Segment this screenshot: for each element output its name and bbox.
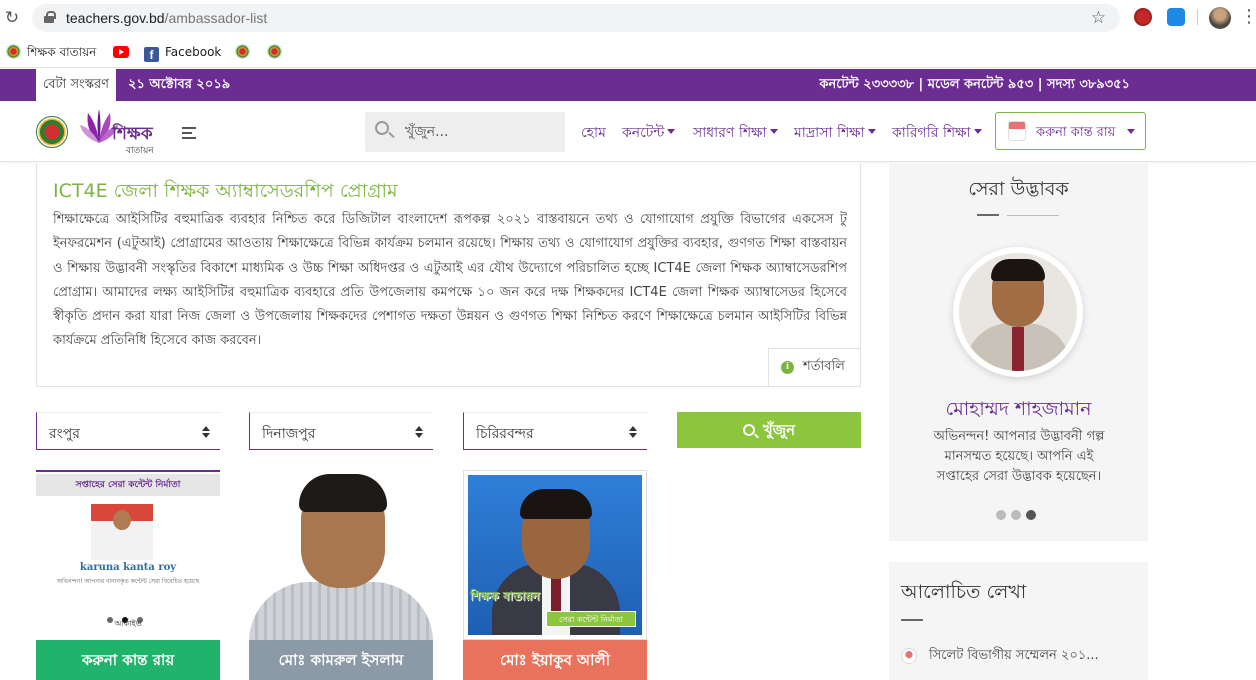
site-logo-subtext: বাতায়ন [126, 146, 154, 156]
user-avatar [1008, 121, 1026, 141]
divider [1007, 215, 1059, 216]
nav-home[interactable]: হোম [581, 121, 606, 145]
divider [1197, 9, 1198, 25]
ambassador-photo[interactable]: সপ্তাহের সেরা কন্টেন্ট নির্মাতা karuna k… [36, 470, 220, 640]
chevron-down-icon [973, 129, 982, 134]
nav-content[interactable]: কনটেন্ট [622, 121, 676, 145]
innovator-photo[interactable] [953, 247, 1083, 377]
banner-title: সপ্তাহের সেরা কন্টেন্ট নির্মাতা [36, 474, 220, 496]
extension-icon[interactable] [1167, 8, 1185, 26]
bookmark-gov-2[interactable] [267, 42, 288, 62]
division-select[interactable]: রংপুর [36, 412, 220, 450]
user-menu-button[interactable]: করুনা কান্ত রায় [995, 112, 1146, 150]
ambassador-name[interactable]: করুনা কান্ত রায় [36, 640, 220, 680]
bookmark-star-icon[interactable]: ☆ [1091, 8, 1106, 28]
gov-seal-icon [267, 44, 282, 59]
site-search [365, 112, 565, 152]
banner-footer: আর্কাইভ [114, 619, 142, 628]
select-arrows-icon [629, 426, 637, 438]
best-innovator-widget: সেরা উদ্ভাবক মোহাম্মদ শাহজামান অভিনন্দন!… [889, 163, 1148, 541]
lock-icon [44, 11, 56, 23]
nav-general-education[interactable]: সাধারণ শিক্ষা [693, 121, 778, 145]
site-header: শিক্ষক বাতায়ন হোম কনটেন্ট সাধারণ শিক্ষা… [0, 101, 1256, 162]
nav-madrasa-education[interactable]: মাদ্রাসা শিক্ষা [794, 121, 876, 145]
page-title: ICT4E জেলা শিক্ষক অ্যাম্বাসেডরশিপ প্রোগ্… [53, 180, 398, 202]
terms-link[interactable]: i শর্তাবলি [768, 348, 860, 386]
chevron-down-icon [1127, 129, 1135, 134]
widget-title: সেরা উদ্ভাবক [968, 178, 1069, 200]
chevron-down-icon [769, 129, 778, 134]
beta-badge[interactable]: বেটা সংস্করণ [36, 69, 116, 101]
ambassador-name[interactable]: মোঃ ইয়াকুব আলী [463, 640, 647, 680]
divider [901, 619, 923, 621]
current-date: ২১ অক্টোবর ২০১৯ [128, 77, 231, 92]
url-text[interactable]: teachers.gov.bd/ambassador-list [66, 10, 267, 26]
info-icon: i [781, 361, 794, 374]
browser-menu-icon[interactable]: ⋮ [1240, 8, 1256, 26]
select-arrows-icon [415, 426, 423, 438]
user-name: করুনা কান্ত রায় [1036, 125, 1116, 140]
profile-avatar-icon[interactable] [1209, 7, 1231, 29]
program-description: শিক্ষাক্ষেত্রে আইসিটির বহুমাত্রিক ব্যবহা… [53, 212, 847, 349]
banner-text: অভিনন্দন! আপনার বানানকৃত কন্টেন্ট সেরা ব… [56, 578, 200, 585]
ambassador-photo[interactable] [249, 470, 433, 640]
search-input[interactable] [405, 122, 555, 142]
carousel-dot[interactable] [996, 510, 1006, 520]
ambassador-card[interactable]: শিক্ষক বাতায়ন সেরা কন্টেন্ট নির্মাতা মো… [463, 470, 647, 680]
extension-icon[interactable] [1134, 8, 1152, 26]
site-stats: কনটেন্ট ২৩৩৩৩৮ | মডেল কনটেন্ট ৯৫৩ | সদস্… [819, 77, 1130, 92]
carousel-dot-active[interactable] [1026, 510, 1036, 520]
program-intro-card: ICT4E জেলা শিক্ষক অ্যাম্বাসেডরশিপ প্রোগ্… [36, 163, 861, 387]
divider [977, 214, 999, 216]
ambassador-card[interactable]: মোঃ কামরুল ইসলাম [249, 470, 433, 680]
hamburger-menu-icon[interactable] [182, 127, 196, 139]
gov-seal-icon [6, 44, 21, 59]
banner-name: karuna kanta roy [79, 562, 177, 573]
carousel-dot[interactable] [1011, 510, 1021, 520]
innovator-message: অভিনন্দন! আপনার উদ্ভাবনী গল্প মানসম্মত হ… [933, 429, 1105, 484]
gov-logo-icon[interactable] [36, 116, 68, 148]
gov-seal-icon [235, 44, 250, 59]
browser-toolbar: ↻ teachers.gov.bd/ambassador-list ☆ ⋮ [0, 0, 1256, 36]
filter-search-button[interactable]: খুঁজুন [677, 412, 861, 448]
photo-ribbon: সেরা কন্টেন্ট নির্মাতা [546, 611, 636, 627]
article-thumbnail [901, 648, 917, 664]
district-select[interactable]: দিনাজপুর [249, 412, 433, 450]
ambassador-card[interactable]: সপ্তাহের সেরা কন্টেন্ট নির্মাতা karuna k… [36, 470, 220, 680]
chevron-down-icon [867, 129, 876, 134]
youtube-icon [113, 46, 129, 58]
bookmark-gov-1[interactable] [235, 42, 256, 62]
address-bar[interactable]: teachers.gov.bd/ambassador-list ☆ [32, 4, 1120, 32]
widget-title: আলোচিত লেখা [901, 581, 1027, 603]
chevron-down-icon [667, 129, 676, 134]
upazila-select[interactable]: চিরিরবন্দর [463, 412, 647, 450]
banner-photo [91, 504, 153, 560]
search-icon [375, 121, 389, 135]
innovator-name[interactable]: মোহাম্মদ শাহজামান [889, 395, 1148, 427]
ambassador-name[interactable]: মোঃ কামরুল ইসলাম [249, 640, 433, 680]
reload-icon[interactable]: ↻ [2, 8, 22, 28]
bookmarks-bar: শিক্ষক বাতায়ন f Facebook [0, 36, 1256, 68]
photo-logo-text: শিক্ষক বাতায়ন [470, 589, 540, 603]
bookmark-youtube[interactable] [113, 42, 135, 62]
select-arrows-icon [202, 426, 210, 438]
article-link[interactable]: সিলেট বিভাগীয় সম্মেলন ২০১... [901, 646, 1141, 666]
bookmark-facebook[interactable]: f Facebook [144, 42, 221, 62]
discussed-articles-widget: আলোচিত লেখা সিলেট বিভাগীয় সম্মেলন ২০১..… [889, 562, 1148, 680]
site-top-bar: বেটা সংস্করণ ২১ অক্টোবর ২০১৯ কনটেন্ট ২৩৩… [0, 69, 1256, 101]
ambassador-photo[interactable]: শিক্ষক বাতায়ন সেরা কন্টেন্ট নির্মাতা [463, 470, 647, 640]
nav-technical-education[interactable]: কারিগরি শিক্ষা [892, 121, 982, 145]
bookmark-shikkhok-batayon[interactable]: শিক্ষক বাতায়ন [6, 42, 96, 62]
facebook-icon: f [144, 47, 159, 62]
carousel-dots [996, 505, 1041, 524]
search-icon [742, 424, 755, 436]
